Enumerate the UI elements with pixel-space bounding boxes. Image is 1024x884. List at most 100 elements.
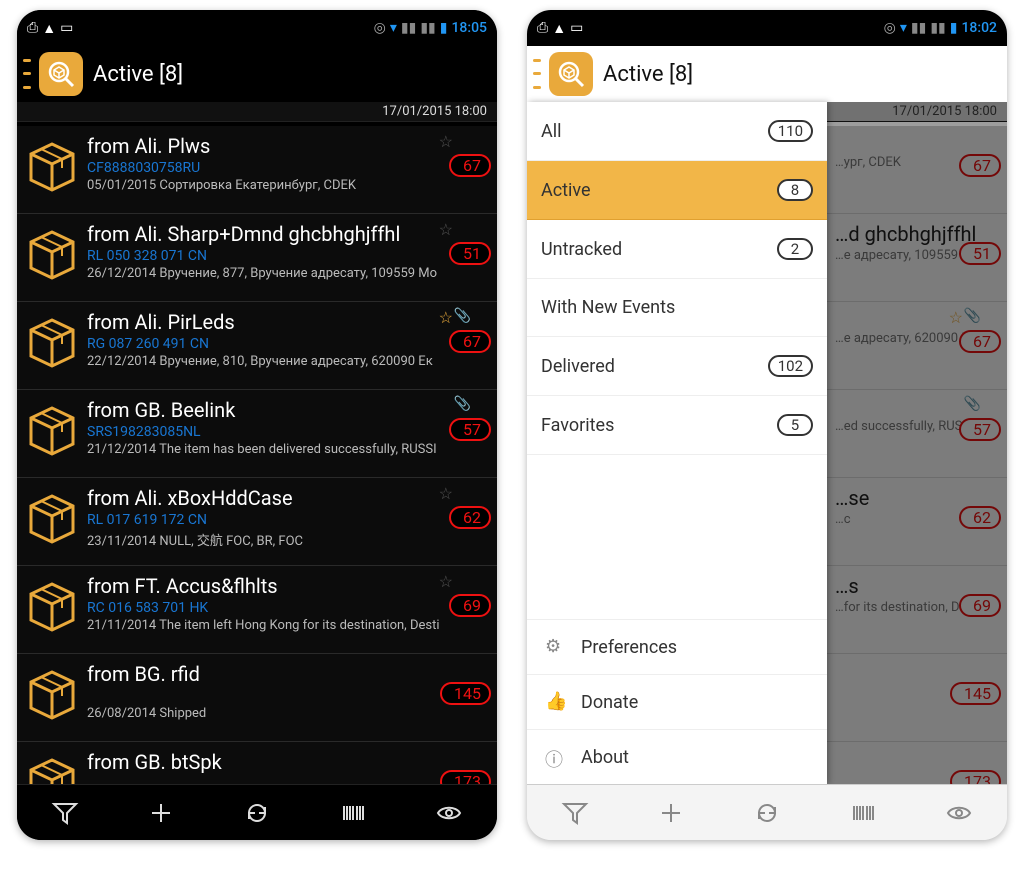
drawer-count: 2 [777, 238, 813, 260]
attachment-icon: 📎 [454, 308, 471, 324]
sync-button[interactable] [745, 791, 789, 835]
store-icon: ▭ [570, 20, 583, 36]
star-icon[interactable]: ☆ [439, 132, 453, 151]
star-icon[interactable]: ☆ [439, 308, 453, 327]
item-title: from BG. rfid [87, 662, 487, 686]
thumb-icon: 👍 [545, 691, 567, 713]
attachment-icon: 📎 [454, 396, 471, 412]
item-status: 05/01/2015 Сортировка Екатеринбург, CDEK [87, 178, 487, 193]
drawer-preferences[interactable]: ⚙Preferences [527, 619, 827, 674]
store-icon: ▭ [60, 20, 73, 36]
item-status: 22/12/2014 Вручение, 810, Вручение адрес… [87, 354, 487, 369]
drawer-label: Donate [581, 692, 638, 713]
signal2-icon: ▮▮ [420, 20, 435, 36]
item-title: from Ali. Plws [87, 134, 487, 158]
days-badge: 145 [440, 682, 491, 705]
phone-left: ⎙ ▲ ▭ ◎ ▾ ▮▮ ▮▮ ▮ 18:05 Active [8] 17/01… [17, 10, 497, 840]
list-item[interactable]: from GB. btSpk 30/07/2014 Shipped 173 [17, 742, 497, 784]
days-badge: 67 [449, 154, 491, 177]
package-icon [25, 754, 79, 784]
bottom-bar [527, 784, 1007, 840]
drawer-label: Delivered [541, 356, 615, 377]
usb-icon: ⎙ [537, 20, 548, 36]
gear-icon: ⚙ [545, 636, 567, 658]
item-status: 23/11/2014 NULL, 交航 FOC, BR, FOC [87, 530, 487, 549]
date-header: 17/01/2015 18:00 [17, 102, 497, 122]
drawer-toggle[interactable] [533, 54, 543, 94]
info-icon: ⓘ [545, 746, 567, 768]
star-icon[interactable]: ☆ [439, 484, 453, 503]
drawer-item-untracked[interactable]: Untracked2 [527, 220, 827, 279]
star-icon[interactable]: ☆ [439, 220, 453, 239]
drawer-item-all[interactable]: All110 [527, 102, 827, 161]
drawer-item-active[interactable]: Active8 [527, 161, 827, 220]
list-item[interactable]: from Ali. PirLeds RG 087 260 491 CN 22/1… [17, 302, 497, 390]
star-icon[interactable]: ☆ [439, 572, 453, 591]
phone-right: ⎙ ▲ ▭ ◎ ▾ ▮▮ ▮▮ ▮ 18:02 Active [8] 17/01… [527, 10, 1007, 840]
list-item[interactable]: from Ali. Plws CF8888030758RU 05/01/2015… [17, 126, 497, 214]
package-list[interactable]: from Ali. Plws CF8888030758RU 05/01/2015… [17, 126, 497, 784]
app-header: Active [8] [527, 46, 1007, 102]
item-tracking-code [87, 688, 487, 704]
days-badge: 51 [449, 242, 491, 265]
signal-icon: ▮▮ [911, 20, 926, 36]
drawer-label: About [581, 747, 629, 768]
status-bar: ⎙ ▲ ▭ ◎ ▾ ▮▮ ▮▮ ▮ 18:02 [527, 10, 1007, 46]
drawer-label: Favorites [541, 415, 614, 436]
filter-button[interactable] [553, 791, 597, 835]
app-logo[interactable] [39, 52, 83, 96]
add-button[interactable] [649, 791, 693, 835]
clock: 18:02 [961, 20, 997, 36]
drawer-about[interactable]: ⓘ About [527, 729, 827, 784]
days-badge: 69 [449, 594, 491, 617]
drawer-item-delivered[interactable]: Delivered 102 [527, 337, 827, 396]
item-title: from GB. Beelink [87, 398, 487, 422]
days-badge: 57 [449, 418, 491, 441]
item-tracking-code: RC 016 583 701 HK [87, 600, 487, 616]
item-status: 26/12/2014 Вручение, 877, Вручение адрес… [87, 266, 487, 281]
filter-button[interactable] [43, 791, 87, 835]
bottom-bar [17, 784, 497, 840]
wifi-icon: ▾ [390, 20, 397, 36]
drawer-count: 102 [768, 355, 813, 377]
item-tracking-code: CF8888030758RU [87, 160, 487, 176]
navigation-drawer: All110Active8Untracked2 With New Events De… [527, 102, 827, 784]
drawer-label: Active [541, 180, 591, 201]
list-item[interactable]: from Ali. Sharp+Dmnd ghcbhghjffhl RL 050… [17, 214, 497, 302]
sync-button[interactable] [235, 791, 279, 835]
package-icon [25, 314, 79, 368]
drawer-donate[interactable]: 👍 Donate [527, 674, 827, 729]
package-icon [25, 138, 79, 192]
drawer-toggle[interactable] [23, 54, 33, 94]
warning-icon: ▲ [552, 20, 566, 37]
barcode-button[interactable] [841, 791, 885, 835]
signal-icon: ▮▮ [401, 20, 416, 36]
status-bar: ⎙ ▲ ▭ ◎ ▾ ▮▮ ▮▮ ▮ 18:05 [17, 10, 497, 46]
item-status: 21/11/2014 The item left Hong Kong for i… [87, 618, 487, 633]
package-icon [25, 226, 79, 280]
days-badge: 67 [449, 330, 491, 353]
barcode-button[interactable] [331, 791, 375, 835]
drawer-item-favorites[interactable]: Favorites5 [527, 396, 827, 455]
item-status: 21/12/2014 The item has been delivered s… [87, 442, 487, 457]
add-button[interactable] [139, 791, 183, 835]
item-title: from Ali. xBoxHddCase [87, 486, 487, 510]
list-item[interactable]: from GB. Beelink SRS198283085NL 21/12/20… [17, 390, 497, 478]
watch-button[interactable] [427, 791, 471, 835]
days-badge: 62 [449, 506, 491, 529]
drawer-count: 110 [768, 120, 813, 142]
item-tracking-code: RL 017 619 172 CN [87, 512, 487, 528]
app-logo[interactable] [549, 52, 593, 96]
watch-button[interactable] [937, 791, 981, 835]
package-icon [25, 666, 79, 720]
app-header: Active [8] [17, 46, 497, 102]
package-icon [25, 402, 79, 456]
list-item[interactable]: from FT. Accus&flhlts RC 016 583 701 HK … [17, 566, 497, 654]
drawer-item-with-new-events[interactable]: With New Events [527, 279, 827, 337]
list-item[interactable]: from BG. rfid 26/08/2014 Shipped 145 [17, 654, 497, 742]
drawer-label: With New Events [541, 297, 675, 318]
list-item[interactable]: from Ali. xBoxHddCase RL 017 619 172 CN … [17, 478, 497, 566]
item-title: from GB. btSpk [87, 750, 487, 774]
item-tracking-code: SRS198283085NL [87, 424, 487, 440]
item-status: 26/08/2014 Shipped [87, 706, 487, 721]
